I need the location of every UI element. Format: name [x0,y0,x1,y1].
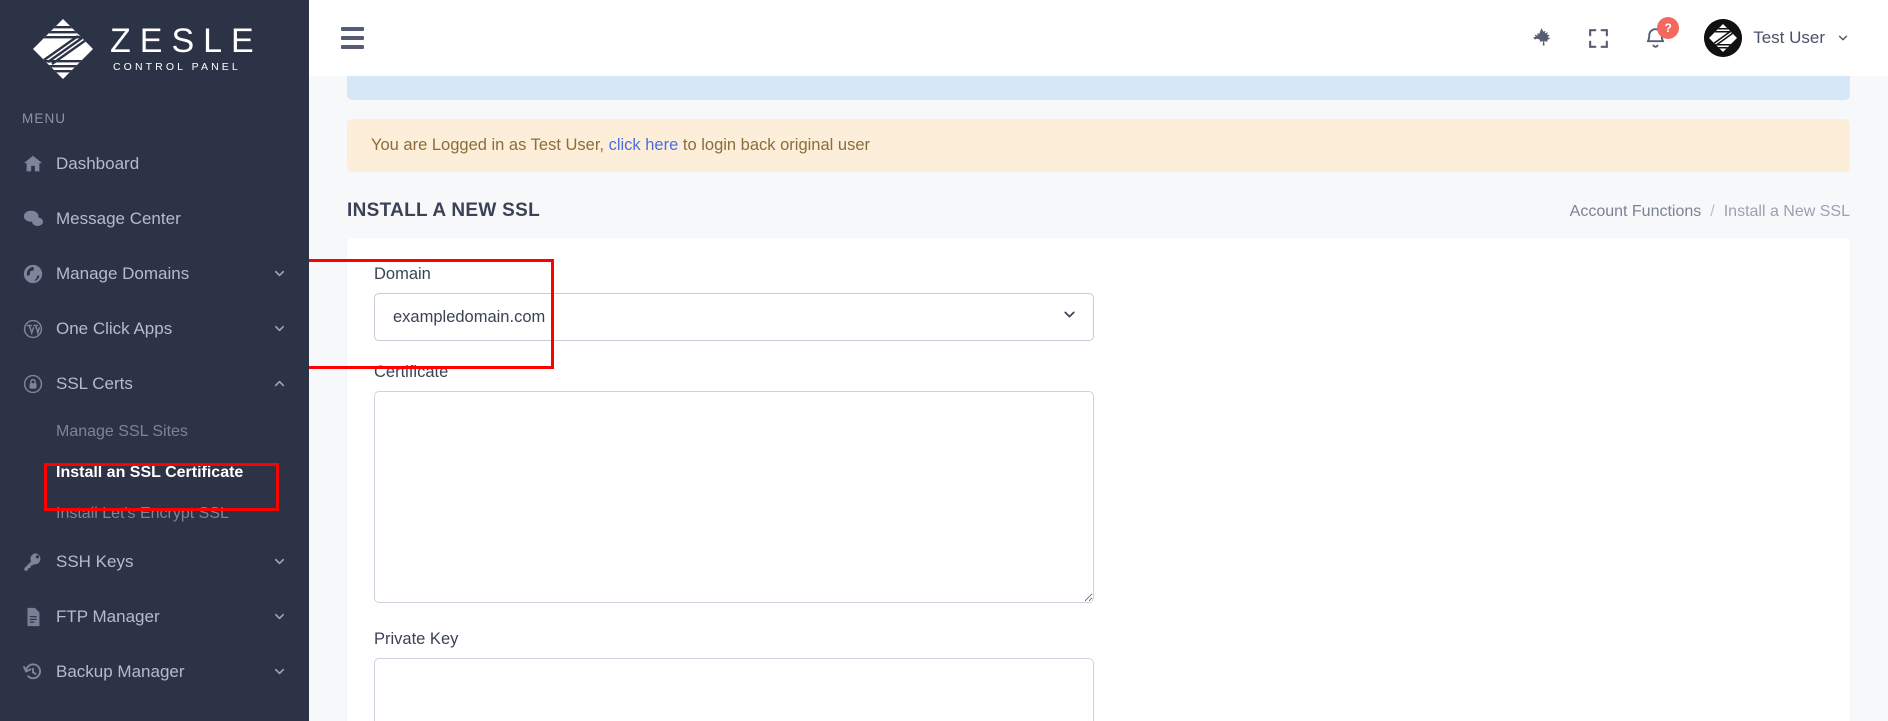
menu-section-label: MENU [22,111,67,126]
sidebar-item-label: FTP Manager [56,606,160,626]
brand-subtitle: CONTROL PANEL [113,61,241,74]
info-alert-banner [347,76,1850,100]
content-scroll-area: You are Logged in as Test User, click he… [309,76,1888,721]
domain-select[interactable]: exampledomain.com [374,293,1094,341]
key-icon [22,551,56,573]
sidebar-item-label: One Click Apps [56,318,173,338]
topbar-icon-group: ? Test User [1529,16,1850,57]
chevron-down-icon [272,664,287,679]
impersonation-prefix: You are Logged in as Test User, [371,136,604,154]
sidebar-item-backup-manager[interactable]: Backup Manager [0,644,309,699]
certificate-field-group: Certificate [374,363,1823,608]
sidebar-item-one-click-apps[interactable]: One Click Apps [0,301,309,356]
main-area: ? Test User You are Logged in as Test Us… [309,0,1888,721]
sidebar-item-label: Dashboard [56,153,140,173]
sidebar-item-dashboard[interactable]: Dashboard [0,136,309,191]
chevron-down-icon [1836,31,1850,45]
breadcrumb-parent[interactable]: Account Functions [1570,203,1702,221]
app-root: ZESLE CONTROL PANEL MENU Dashboard Messa… [0,0,1888,721]
sidebar-item-label: Manage Domains [56,263,190,283]
fullscreen-icon[interactable] [1586,26,1611,51]
certificate-label: Certificate [374,363,449,381]
sidebar-item-manage-domains[interactable]: Manage Domains [0,246,309,301]
chat-icon [22,208,56,230]
notification-badge: ? [1657,16,1680,39]
private-key-label: Private Key [374,630,459,648]
lock-icon [22,373,56,395]
brand-name: ZESLE [110,21,263,60]
sidebar-subitem-install-ssl-certificate[interactable]: Install an SSL Certificate [0,452,309,493]
maple-leaf-icon[interactable] [1529,26,1554,51]
wordpress-icon [22,318,56,340]
chevron-up-icon [272,376,287,391]
domain-select-wrap: exampledomain.com [374,293,1094,341]
certificate-textarea[interactable] [374,391,1094,603]
sidebar-item-label: Backup Manager [56,661,185,681]
private-key-textarea[interactable] [374,658,1094,721]
history-icon [22,661,56,683]
globe-icon [22,263,56,285]
home-icon [22,153,56,175]
sidebar-item-message-center[interactable]: Message Center [0,191,309,246]
sidebar-subitem-install-lets-encrypt-ssl[interactable]: Install Let's Encrypt SSL [0,493,309,534]
sidebar-item-ssh-keys[interactable]: SSH Keys [0,534,309,589]
zesle-diamond-logo-icon [30,16,96,82]
top-bar: ? Test User [309,0,1888,76]
page-header: INSTALL A NEW SSL Account Functions / In… [347,200,1850,222]
impersonation-suffix: to login back original user [682,136,870,154]
bell-icon[interactable]: ? [1643,16,1680,51]
install-ssl-form-card: Domain exampledomain.com Certificate Pri… [347,238,1850,721]
breadcrumb-separator: / [1710,203,1715,220]
avatar [1704,19,1743,57]
file-icon [22,606,56,628]
chevron-down-icon [272,609,287,624]
sidebar-nav: Dashboard Message Center Manage Domains [0,136,309,699]
brand-header[interactable]: ZESLE CONTROL PANEL [0,0,309,97]
sidebar-subitem-label: Manage SSL Sites [56,422,188,440]
sidebar-item-ftp-manager[interactable]: FTP Manager [0,589,309,644]
click-here-link[interactable]: click here [609,136,679,154]
chevron-down-icon [272,321,287,336]
breadcrumb: Account Functions / Install a New SSL [1570,203,1850,221]
sidebar-subitem-label: Install an SSL Certificate [56,463,244,481]
private-key-field-group: Private Key [374,630,1823,721]
page-title: INSTALL A NEW SSL [347,200,540,221]
domain-field-group: Domain exampledomain.com [374,265,1823,341]
sidebar-subitem-manage-ssl-sites[interactable]: Manage SSL Sites [0,411,309,452]
sidebar: ZESLE CONTROL PANEL MENU Dashboard Messa… [0,0,309,721]
impersonation-alert-banner: You are Logged in as Test User, click he… [347,119,1850,172]
user-name-label: Test User [1753,28,1825,47]
sidebar-item-ssl-certs[interactable]: SSL Certs [0,356,309,411]
sidebar-subitem-label: Install Let's Encrypt SSL [56,504,229,522]
breadcrumb-current: Install a New SSL [1723,203,1850,220]
user-menu[interactable]: Test User [1704,19,1850,57]
chevron-down-icon [272,266,287,281]
sidebar-item-label: Message Center [56,208,181,228]
sidebar-item-label: SSH Keys [56,551,134,571]
hamburger-menu-icon[interactable] [335,21,370,55]
chevron-down-icon [272,554,287,569]
domain-label: Domain [374,265,431,283]
sidebar-item-label: SSL Certs [56,373,133,393]
